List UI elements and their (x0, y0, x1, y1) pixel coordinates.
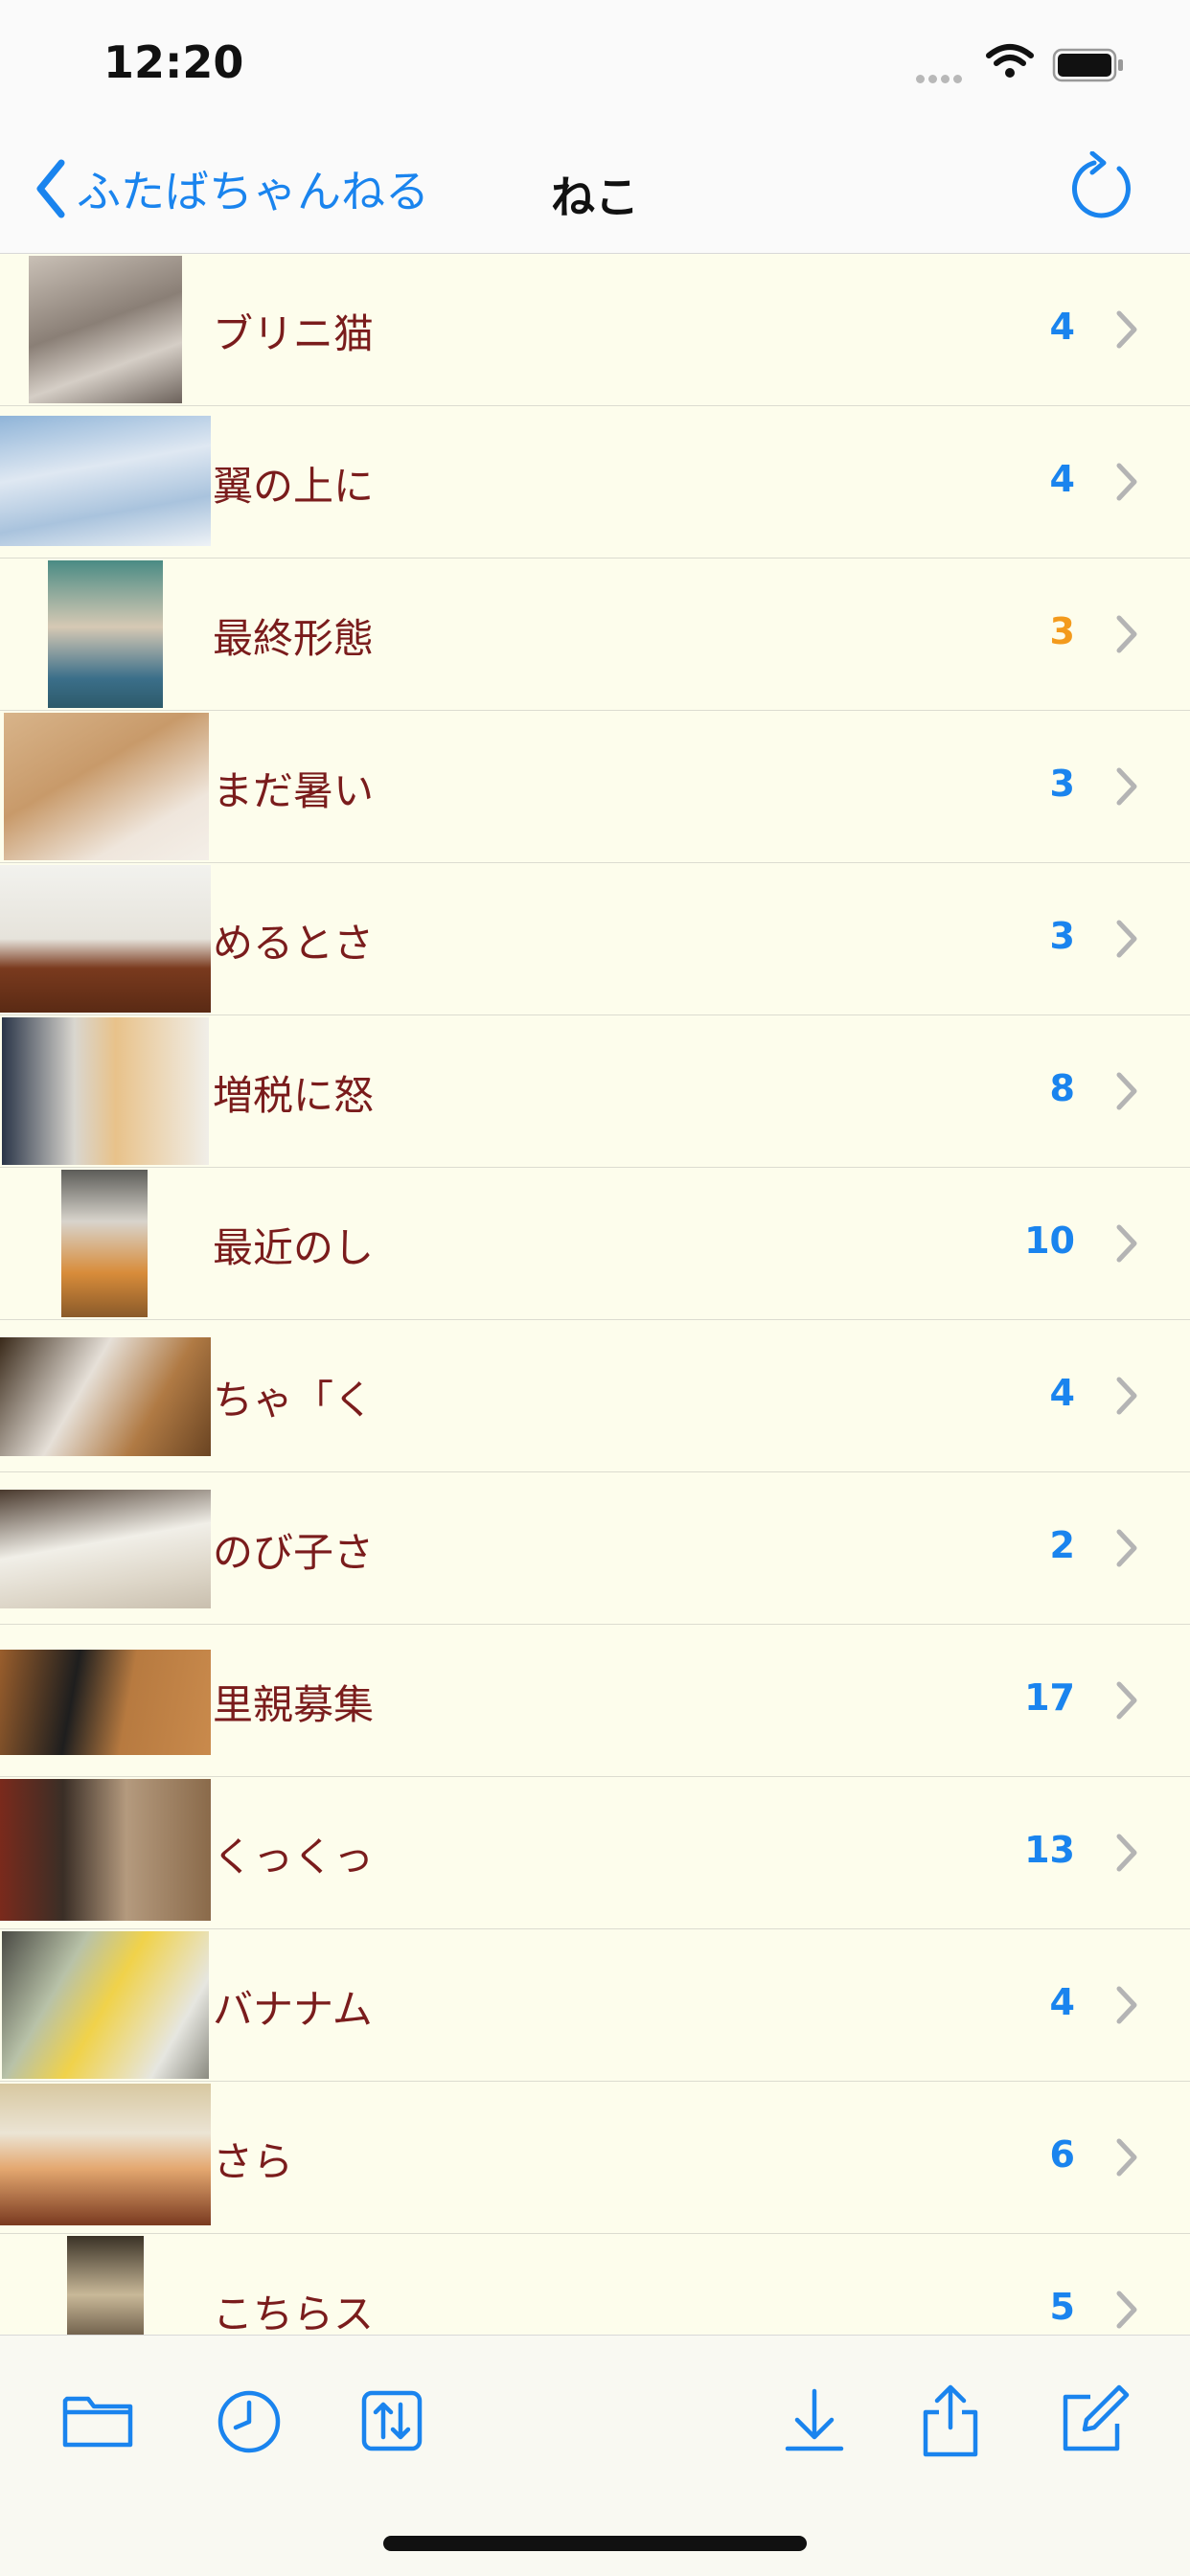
reply-count: 3 (1049, 915, 1075, 957)
thumbnail-image (0, 1337, 211, 1456)
battery-icon (1052, 48, 1123, 82)
home-indicator[interactable] (383, 2536, 807, 2551)
list-item[interactable]: まだ暑い 3 (0, 711, 1190, 863)
reply-count: 17 (1024, 1676, 1075, 1719)
reply-count: 3 (1049, 610, 1075, 652)
chevron-right-icon (1116, 1224, 1137, 1263)
thumbnail-image (0, 1650, 211, 1755)
reply-count: 2 (1049, 1524, 1075, 1566)
list-item[interactable]: ちゃ「く 4 (0, 1320, 1190, 1472)
list-item[interactable]: 増税に怒 8 (0, 1015, 1190, 1168)
thumbnail-image (2, 1017, 209, 1165)
chevron-right-icon (1116, 463, 1137, 501)
thumbnail-image (0, 865, 211, 1013)
thread-title: ブリニ猫 (213, 310, 375, 357)
list-item[interactable]: のび子さ 2 (0, 1472, 1190, 1625)
chevron-right-icon (1116, 767, 1137, 806)
wifi-icon (986, 44, 1034, 78)
reply-count: 4 (1049, 458, 1075, 500)
thread-title: まだ暑い (213, 767, 375, 814)
list-item[interactable]: こちらス 5 (0, 2234, 1190, 2335)
thumbnail-image (29, 256, 182, 403)
reply-count: 6 (1049, 2133, 1075, 2176)
chevron-right-icon (1116, 2291, 1137, 2329)
refresh-icon[interactable] (1065, 151, 1138, 224)
list-item[interactable]: めるとさ 3 (0, 863, 1190, 1015)
chevron-right-icon (1116, 2138, 1137, 2177)
reply-count: 5 (1049, 2286, 1075, 2328)
chevron-right-icon (1116, 1681, 1137, 1720)
thread-title: 翼の上に (213, 463, 375, 510)
reply-count: 4 (1049, 1981, 1075, 2023)
thread-title: 最終形態 (213, 615, 375, 662)
thumbnail-image (0, 416, 211, 546)
reply-count: 10 (1024, 1220, 1075, 1262)
thread-title: くっくっ (213, 1834, 375, 1881)
list-item[interactable]: 最近のし 10 (0, 1168, 1190, 1320)
sort-icon[interactable] (355, 2382, 431, 2458)
navigation-bar: ふたばちゃんねる ねこ (0, 125, 1190, 254)
thread-list: ブリニ猫 4 翼の上に 4 最終形態 3 まだ暑い 3 めるとさ 3 増税に怒 … (0, 254, 1190, 2335)
chevron-right-icon (1116, 920, 1137, 958)
chevron-right-icon (1116, 1529, 1137, 1567)
thread-title: 里親募集 (213, 1681, 375, 1728)
list-item[interactable]: さら 6 (0, 2082, 1190, 2234)
chevron-right-icon (1116, 310, 1137, 349)
thread-title: めるとさ (213, 920, 375, 967)
status-time: 12:20 (103, 36, 244, 88)
reply-count: 8 (1049, 1067, 1075, 1109)
thread-title: 最近のし (213, 1224, 375, 1271)
thumbnail-image (61, 1170, 148, 1317)
thumbnail-image (4, 713, 209, 860)
reply-count: 4 (1049, 1372, 1075, 1414)
thumbnail-image (0, 1490, 211, 1608)
thread-title: こちらス (213, 2291, 375, 2335)
list-item[interactable]: 翼の上に 4 (0, 406, 1190, 559)
thumbnail-image (2, 1931, 209, 2079)
list-item[interactable]: 里親募集 17 (0, 1625, 1190, 1777)
list-item[interactable]: 最終形態 3 (0, 559, 1190, 711)
download-icon[interactable] (776, 2382, 853, 2458)
thread-title: さら (213, 2138, 294, 2185)
chevron-right-icon (1116, 1072, 1137, 1110)
page-title: ねこ (551, 171, 639, 223)
reply-count: 3 (1049, 763, 1075, 805)
list-item[interactable]: バナナム 4 (0, 1929, 1190, 2082)
chevron-right-icon (1116, 615, 1137, 653)
cellular-signal-icon (916, 69, 966, 87)
status-bar: 12:20 (0, 0, 1190, 125)
thumbnail-image (0, 2084, 211, 2225)
chevron-right-icon (1116, 1377, 1137, 1415)
share-icon[interactable] (912, 2382, 989, 2458)
thread-title: バナナム (213, 1986, 373, 2033)
thread-title: のび子さ (213, 1529, 375, 1576)
chevron-right-icon (1116, 1834, 1137, 1872)
thread-title: 増税に怒 (213, 1072, 375, 1119)
list-item[interactable]: くっくっ 13 (0, 1777, 1190, 1929)
compose-icon[interactable] (1056, 2382, 1133, 2458)
thread-title: ちゃ「く (213, 1377, 375, 1424)
folder-icon[interactable] (59, 2382, 136, 2458)
thumbnail-image (0, 1779, 211, 1921)
reply-count: 13 (1024, 1829, 1075, 1871)
thumbnail-image (48, 560, 163, 708)
chevron-right-icon (1116, 1986, 1137, 2024)
history-icon[interactable] (211, 2382, 287, 2458)
list-item[interactable]: ブリニ猫 4 (0, 254, 1190, 406)
thumbnail-image (67, 2236, 144, 2335)
reply-count: 4 (1049, 306, 1075, 348)
